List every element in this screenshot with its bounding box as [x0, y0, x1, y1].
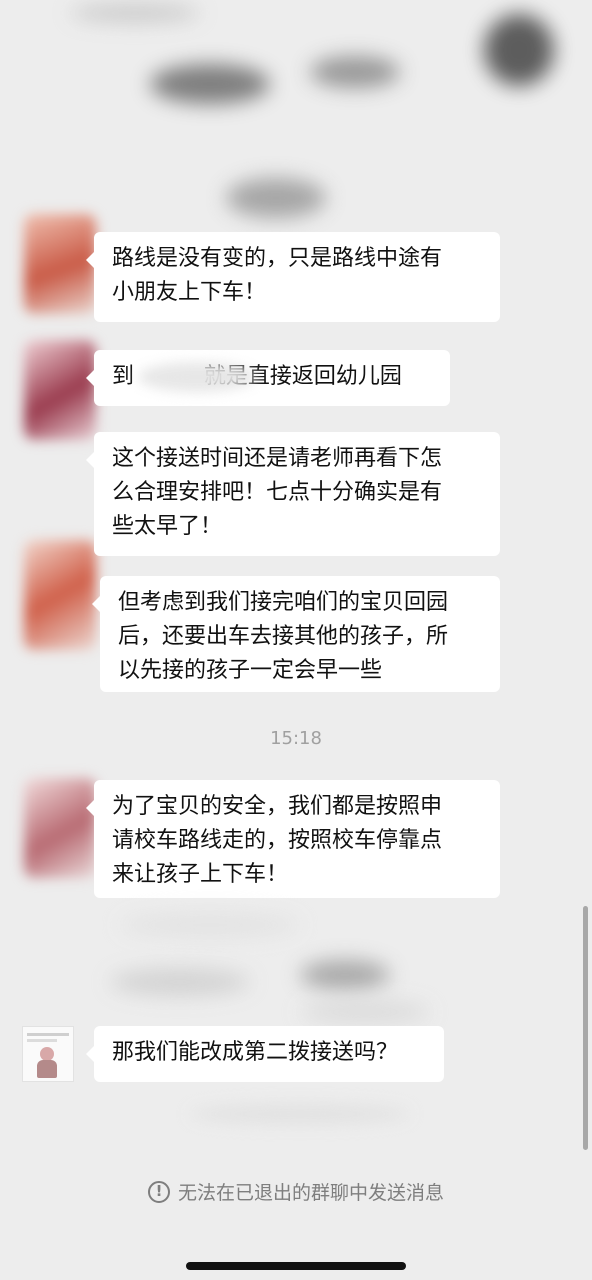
- avatar[interactable]: [24, 340, 96, 440]
- redacted-smudge: [190, 1104, 410, 1124]
- redacted-smudge: [226, 178, 326, 218]
- avatar-figure-body: [37, 1060, 57, 1078]
- scrollbar[interactable]: [583, 906, 588, 1150]
- bubble-tail: [86, 800, 94, 816]
- message-text: 但考虑到我们接完咱们的宝贝回园 后，还要出车去接其他的孩子，所 以先接的孩子一定…: [118, 590, 449, 683]
- home-indicator[interactable]: [186, 1262, 406, 1270]
- avatar[interactable]: [24, 778, 96, 878]
- redacted-smudge: [138, 362, 256, 392]
- avatar-figure-head: [40, 1047, 54, 1061]
- message-text: 路线是没有变的，只是路线中途有 小朋友上下车！: [112, 246, 443, 305]
- message-bubble[interactable]: 但考虑到我们接完咱们的宝贝回园 后，还要出车去接其他的孩子，所 以先接的孩子一定…: [92, 576, 500, 692]
- message-text: 那我们能改成第二拨接送吗？: [112, 1040, 399, 1065]
- bubble-tail: [86, 252, 94, 268]
- avatar[interactable]: [24, 540, 96, 650]
- chat-screen: 路线是没有变的，只是路线中途有 小朋友上下车！ 到 就是直接返回幼儿园 这个接送…: [0, 0, 592, 1280]
- redacted-smudge: [310, 56, 400, 88]
- message-timestamp: 15:18: [270, 728, 322, 749]
- message-bubble[interactable]: 那我们能改成第二拨接送吗？: [86, 1026, 444, 1082]
- message-bubble[interactable]: 这个接送时间还是请老师再看下怎 么合理安排吧！七点十分确实是有 些太早了！: [86, 432, 500, 556]
- redacted-smudge: [120, 912, 300, 938]
- avatar-detail: [27, 1039, 57, 1042]
- message-text: 这个接送时间还是请老师再看下怎 么合理安排吧！七点十分确实是有 些太早了！: [112, 446, 443, 539]
- redacted-smudge: [484, 14, 554, 86]
- message-bubble[interactable]: 为了宝贝的安全，我们都是按照申 请校车路线走的，按照校车停靠点 来让孩子上下车！: [86, 780, 500, 898]
- redacted-smudge: [150, 64, 270, 104]
- avatar[interactable]: [22, 1026, 74, 1082]
- redacted-smudge: [300, 1000, 430, 1024]
- message-text: 为了宝贝的安全，我们都是按照申 请校车路线走的，按照校车停靠点 来让孩子上下车！: [112, 794, 443, 887]
- group-exit-notice: ! 无法在已退出的群聊中发送消息: [0, 1178, 592, 1205]
- bubble-tail: [86, 370, 94, 386]
- redacted-smudge: [70, 4, 200, 22]
- redacted-smudge: [300, 960, 390, 990]
- exclamation-circle-icon: !: [147, 1180, 170, 1203]
- message-bubble[interactable]: 路线是没有变的，只是路线中途有 小朋友上下车！: [86, 232, 500, 322]
- bubble-tail: [86, 1046, 94, 1062]
- bubble-tail: [86, 452, 94, 468]
- bubble-tail: [92, 596, 100, 612]
- redacted-smudge: [110, 968, 250, 996]
- avatar-detail: [27, 1033, 69, 1036]
- notice-text: 无法在已退出的群聊中发送消息: [177, 1182, 444, 1204]
